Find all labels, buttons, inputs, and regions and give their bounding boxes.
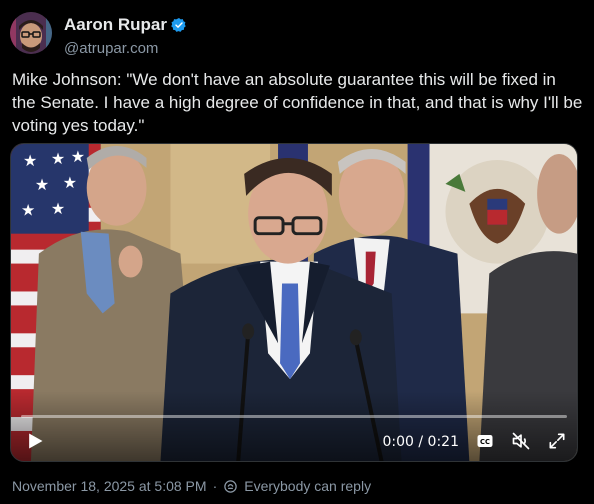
reply-setting: Everybody can reply	[244, 478, 372, 494]
reply-setting-icon	[224, 479, 237, 493]
captions-icon[interactable]: CC	[476, 432, 494, 450]
svg-text:★: ★	[71, 149, 85, 166]
video-player[interactable]: ★ ★ ★ ★ ★ ★ ★ 0:00 / 0:21 CC	[10, 143, 578, 462]
svg-text:★: ★	[51, 151, 65, 168]
display-name[interactable]: Aaron Rupar	[64, 15, 167, 35]
play-icon[interactable]	[25, 431, 45, 451]
post-text: Mike Johnson: "We don't have an absolute…	[12, 70, 583, 135]
svg-text:CC: CC	[480, 438, 490, 446]
controls-overlay	[11, 391, 577, 461]
name-row: Aaron Rupar	[64, 15, 187, 35]
avatar-image	[10, 12, 52, 54]
video-progress-bar[interactable]	[21, 415, 567, 418]
user-handle[interactable]: @atrupar.com	[64, 40, 187, 57]
svg-text:★: ★	[51, 201, 65, 218]
video-time: 0:00 / 0:21	[382, 434, 460, 450]
svg-text:★: ★	[35, 177, 49, 194]
volume-muted-icon[interactable]	[511, 431, 531, 451]
svg-text:★: ★	[23, 153, 37, 170]
svg-text:★: ★	[63, 175, 77, 192]
avatar[interactable]	[10, 12, 52, 54]
post-header: Aaron Rupar @atrupar.com	[10, 12, 187, 57]
svg-text:★: ★	[21, 203, 35, 220]
post-footer: November 18, 2025 at 5:08 PM · Everybody…	[12, 478, 371, 494]
verified-badge-icon	[171, 18, 186, 32]
separator: ·	[212, 478, 218, 494]
post-timestamp[interactable]: November 18, 2025 at 5:08 PM	[12, 478, 207, 494]
fullscreen-icon[interactable]	[547, 431, 567, 451]
user-info: Aaron Rupar @atrupar.com	[64, 15, 187, 57]
